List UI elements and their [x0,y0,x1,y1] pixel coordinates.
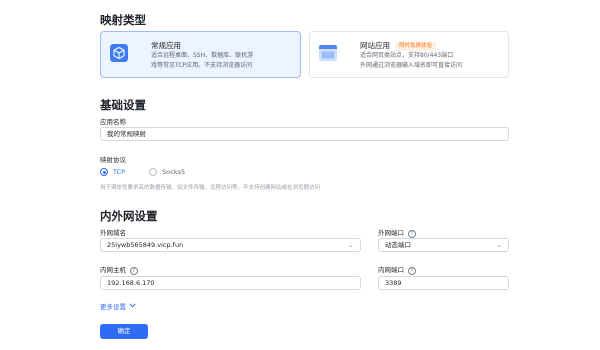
mapping-type-title: 映射类型 [100,13,146,27]
more-settings-link[interactable]: 更多设置 [100,301,136,311]
int-host-input[interactable]: 192.168.6.170 [100,276,361,290]
chevron-down-icon: ⌄ [496,241,502,249]
website-app-card[interactable]: 网站应用 限时免费体验 适合网页类站点，支持80/443端口 外网通过浏览器输入域… [309,31,509,78]
regular-app-title: 常规应用 [151,41,181,50]
int-port-input[interactable]: 3389 [378,276,509,290]
int-host-label: 内网主机? [100,264,138,275]
website-app-title: 网站应用 限时免费体验 [360,40,437,51]
help-icon[interactable]: ? [408,230,416,238]
regular-app-desc: 适合远程桌面、SSH、数据库、联机游 戏等常见TCP应用。不支持浏览器访问 [151,52,254,69]
app-name-label: 应用名称 [100,118,126,126]
radio-unchecked-icon [149,168,158,176]
help-icon[interactable]: ? [408,267,416,275]
confirm-button[interactable]: 确定 [100,324,148,339]
free-trial-badge: 限时免费体验 [395,42,437,51]
protocol-hint: 用于满体性要求高的数据传输，如文件传输、远程访问等，不支持创建网站或在浏览器访问 [100,185,321,191]
protocol-radio-group: TCP Socks5 [100,168,185,178]
protocol-option-tcp[interactable]: TCP [100,168,127,176]
regular-app-card[interactable]: 常规应用 适合远程桌面、SSH、数据库、联机游 戏等常见TCP应用。不支持浏览器… [100,31,301,78]
radio-checked-icon [100,168,108,176]
int-port-label: 内网端口? [378,264,416,275]
ext-domain-label: 外网域名 [100,229,126,237]
chevron-down-icon: ⌄ [348,241,354,249]
ext-domain-select[interactable]: 25iywb565849.vicp.fun ⌄ [100,238,361,252]
browser-window-icon [319,45,337,61]
help-icon[interactable]: ? [130,267,138,275]
app-name-input[interactable]: 我的常规映射 [100,127,509,141]
chevron-down-icon [129,303,136,308]
protocol-option-socks5[interactable]: Socks5 [149,168,185,176]
network-settings-title: 内外网设置 [100,209,158,223]
website-app-desc: 适合网页类站点，支持80/443端口 外网通过浏览器输入域名即可直接访问 [360,52,463,69]
cube-icon [110,44,128,62]
basic-settings-title: 基础设置 [100,98,146,112]
ext-port-label: 外网端口? [378,227,416,238]
protocol-label: 映射协议 [100,156,126,164]
ext-port-select[interactable]: 动态端口 ⌄ [378,238,509,252]
